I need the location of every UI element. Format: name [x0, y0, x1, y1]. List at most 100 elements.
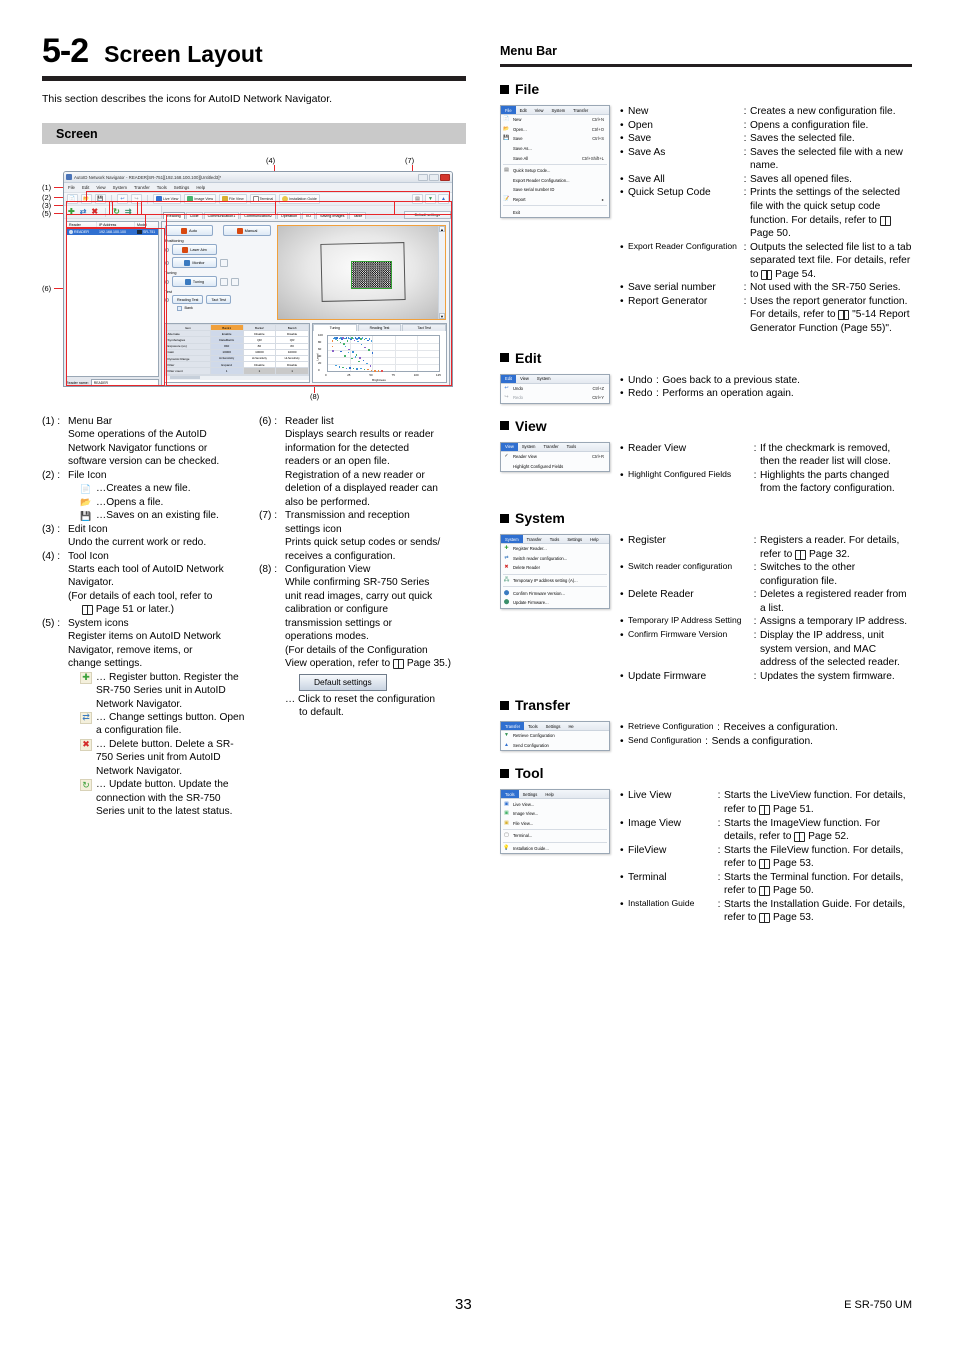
menu-edit[interactable]: Edit: [82, 185, 89, 190]
chart-tab-strip[interactable]: Tuning Reading Test Tact Test: [313, 324, 447, 331]
menu-tab-file[interactable]: File: [501, 106, 516, 114]
menu-tab-tools[interactable]: Tools: [546, 535, 564, 543]
menu-screenshot-edit[interactable]: Edit View System ↩ Undo Ctrl+Z ↪ Redo Ctrl+Y: [500, 373, 610, 404]
menu-tab-edit[interactable]: Edit: [516, 106, 531, 114]
tact-test-button[interactable]: Tact Test: [206, 295, 231, 304]
menu-tab-help[interactable]: Help: [586, 535, 602, 543]
reading-test-button[interactable]: Reading Test: [172, 295, 204, 304]
monitor-row[interactable]: Monitor: [165, 257, 271, 268]
menu-screenshot-bar[interactable]: Tools Settings Help: [501, 790, 609, 800]
monitor-button[interactable]: Monitor: [172, 257, 217, 268]
menu-tab-tools[interactable]: Tools: [563, 443, 581, 451]
test-radio[interactable]: [165, 297, 169, 302]
menu-screenshot-tool[interactable]: Tools Settings Help ▣ Live View... ▣ Image Vie…: [500, 789, 610, 855]
change-settings-icon[interactable]: ⇄: [80, 208, 87, 216]
menu-item-report[interactable]: 📝 Report ▸: [501, 195, 609, 205]
monitor-radio[interactable]: [165, 260, 169, 265]
tab-operation[interactable]: Operation: [276, 212, 302, 219]
terminal-button[interactable]: Terminal: [249, 194, 277, 204]
menu-screenshot-file[interactable]: File Edit View System Transfer 📄 New Ctrl+N 📂 Ope…: [500, 105, 610, 218]
image-zoom-scrollbar[interactable]: ▲ ▼: [438, 226, 445, 319]
menu-item-open[interactable]: 📂 Open... Ctrl+O: [501, 125, 609, 135]
tuning-radio[interactable]: [165, 279, 169, 284]
tab-communication1[interactable]: Communication1: [203, 212, 240, 219]
auto-button[interactable]: Auto: [165, 225, 213, 236]
undo-icon[interactable]: ↩: [117, 194, 128, 204]
system-icon-toolbar[interactable]: ✚ ⇄ ✖ ↻ ⇉: [64, 206, 161, 219]
menu-file[interactable]: File: [68, 185, 75, 190]
menu-item-image-view[interactable]: ▣ Image View...: [501, 809, 609, 819]
menu-tab-settings[interactable]: Settings: [519, 790, 542, 798]
save-file-icon[interactable]: 💾: [95, 194, 106, 204]
open-file-icon[interactable]: 📂: [81, 194, 92, 204]
tab-table[interactable]: Table: [349, 212, 367, 219]
reader-list[interactable]: Reader IP Address Model READER 192.168.1…: [66, 221, 159, 377]
menu-tab-transfer[interactable]: Transfer: [569, 106, 592, 114]
menu-tab-system[interactable]: System: [501, 535, 523, 543]
menu-item-register-reader[interactable]: ✚ Register Reader...: [501, 544, 609, 554]
menu-screenshot-bar[interactable]: Transfer Tools Settings He: [501, 722, 609, 732]
menu-tab-view[interactable]: View: [531, 106, 548, 114]
window-controls[interactable]: [418, 173, 450, 181]
menu-item-delete-reader[interactable]: ✖ Delete Reader: [501, 563, 609, 573]
menu-screenshot-system[interactable]: System Transfer Tools Settings Help ✚ Register…: [500, 534, 610, 609]
menu-tab-tools[interactable]: Tools: [501, 790, 519, 799]
menu-tab-system[interactable]: System: [518, 443, 540, 451]
menu-tab-view[interactable]: View: [501, 442, 518, 451]
menu-screenshot-view[interactable]: View System Transfer Tools ✓ Reader View Ctrl+…: [500, 441, 610, 472]
menu-item-save-all[interactable]: Save All Ctrl+Shift+L: [501, 153, 609, 163]
menu-item-save-serial-number-id[interactable]: Save serial number ID: [501, 185, 609, 195]
menu-item-live-view[interactable]: ▣ Live View...: [501, 799, 609, 809]
menu-item-reader-view[interactable]: ✓ Reader View Ctrl+R: [501, 452, 609, 462]
menu-settings[interactable]: Settings: [174, 185, 190, 190]
switch-icon[interactable]: ⇉: [125, 208, 132, 216]
menu-screenshot-transfer[interactable]: Transfer Tools Settings He ▼ Retrieve Configu…: [500, 721, 610, 752]
chart-tab-reading-test[interactable]: Reading Test: [357, 324, 402, 331]
tuning-row[interactable]: Tuning: [165, 276, 271, 287]
monitor-settings-icon[interactable]: [220, 258, 228, 267]
menu-tab-system[interactable]: System: [547, 106, 569, 114]
app-menu-bar[interactable]: File Edit View System Transfer Tools Set…: [64, 183, 452, 193]
zoom-out-icon[interactable]: ▼: [439, 313, 445, 319]
menu-item-highlight-configured-fields[interactable]: Highlight Configured Fields: [501, 461, 609, 471]
image-view-button[interactable]: Image View: [184, 194, 217, 204]
menu-item-exit[interactable]: Exit: [501, 207, 609, 217]
menu-tab-edit[interactable]: Edit: [501, 374, 517, 383]
menu-transfer[interactable]: Transfer: [134, 185, 150, 190]
menu-screenshot-bar[interactable]: File Edit View System Transfer: [501, 106, 609, 115]
tab-code[interactable]: Code: [185, 212, 203, 219]
menu-item-confirm-firmware-version[interactable]: ⬤ Confirm Firmware Version...: [501, 588, 609, 598]
menu-tab-tools[interactable]: Tools: [524, 722, 542, 730]
menu-item-switch-reader-configuration[interactable]: ⇄ Switch reader configuration...: [501, 554, 609, 564]
menu-tab-view[interactable]: View: [516, 375, 533, 383]
update-icon[interactable]: ↻: [113, 208, 120, 216]
bank-table[interactable]: Item Bank1 Bank2 Bank3 Alternate Enable …: [164, 323, 310, 383]
tab-communication2[interactable]: Communication2: [240, 212, 276, 219]
retrieve-configuration-icon[interactable]: ▼: [425, 194, 436, 204]
laser-aim-button[interactable]: Laser Aim: [172, 244, 217, 255]
menu-tab-transfer[interactable]: Transfer: [539, 443, 562, 451]
menu-item-installation-guide[interactable]: 💡 Installation Guide...: [501, 844, 609, 854]
app-toolbar[interactable]: 📄 📂 💾 ↩ ↪ Live View Image View File View…: [64, 193, 452, 206]
default-settings-button-legend[interactable]: Default settings: [299, 673, 387, 691]
menu-tools[interactable]: Tools: [157, 185, 167, 190]
tab-io[interactable]: I/O: [302, 212, 316, 219]
chart-tab-tuning[interactable]: Tuning: [313, 324, 357, 331]
live-view-button[interactable]: Live View: [153, 194, 182, 204]
menu-item-retrieve-configuration[interactable]: ▼ Retrieve Configuration: [501, 731, 609, 741]
bank-checkbox-row[interactable]: Bank: [165, 306, 271, 311]
menu-item-save[interactable]: 💾 Save Ctrl+S: [501, 134, 609, 144]
menu-help[interactable]: Help: [196, 185, 205, 190]
menu-item-save-as[interactable]: Save As...: [501, 144, 609, 154]
default-settings-button[interactable]: Default settings: [403, 211, 451, 219]
installation-guide-button[interactable]: Installation Guide: [279, 194, 320, 204]
menu-screenshot-bar[interactable]: System Transfer Tools Settings Help: [501, 535, 609, 544]
menu-screenshot-bar[interactable]: Edit View System: [501, 374, 609, 384]
reader-name-input[interactable]: [90, 379, 159, 386]
menu-item-update-firmware[interactable]: ⬤ Update Firmware...: [501, 598, 609, 608]
menu-tab-transfer[interactable]: Transfer: [523, 535, 546, 543]
delete-icon[interactable]: ✖: [91, 208, 98, 216]
tab-reading[interactable]: Reading: [163, 212, 185, 219]
menu-screenshot-bar[interactable]: View System Transfer Tools: [501, 442, 609, 452]
new-file-icon[interactable]: 📄: [67, 194, 78, 204]
